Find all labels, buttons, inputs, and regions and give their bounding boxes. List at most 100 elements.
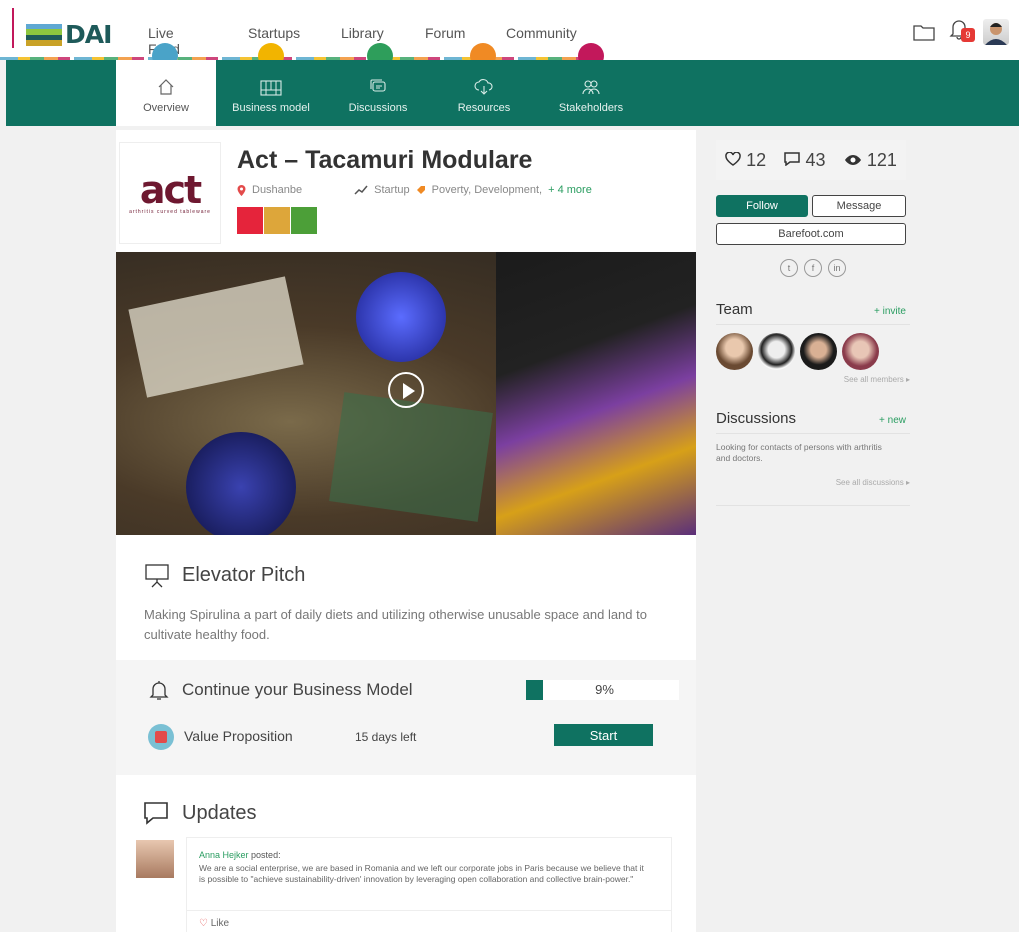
comments-stat[interactable]: 43 [784,150,826,171]
updates-heading: Updates [142,801,257,825]
startup-meta: Dushanbe Startup Poverty, Development, +… [237,184,592,196]
post-text: We are a social enterprise, we are based… [199,863,644,884]
video-frame-detail [356,272,446,362]
growth-chart-icon [354,185,368,195]
startup-type[interactable]: Startup [374,184,409,196]
views-count: 121 [866,149,897,170]
invite-link[interactable]: + invite [874,306,906,317]
member-avatar[interactable] [758,333,795,370]
startup-logo: act arthritis curved tableware [119,142,221,244]
right-sidebar: 12 43 121 Follow Message Barefoot.com t … [716,140,910,506]
tab-business-model[interactable]: Business model [228,60,314,126]
tab-stakeholders-label: Stakeholders [558,102,624,114]
nav-community[interactable]: Community [506,25,577,41]
eye-icon [844,154,861,165]
discussions-title: Discussions [716,410,797,427]
people-icon [582,80,600,95]
nav-forum[interactable]: Forum [425,25,465,41]
tab-discussions[interactable]: Discussions [344,60,412,126]
main-column: act arthritis curved tableware Act – Tac… [116,130,696,932]
logo-accent-line [12,8,14,48]
linkedin-icon[interactable]: in [828,259,846,277]
twitter-icon[interactable]: t [780,259,798,277]
tab-resources[interactable]: Resources [454,60,514,126]
video-frame-detail [329,392,493,522]
update-post: Anna Hejker posted: We are a social ente… [186,837,672,932]
comment-icon [784,151,801,166]
bell-icon [149,681,169,700]
notification-badge: 9 [961,28,975,42]
top-navigation-bar: DAI Live Feed Startups Library Forum Com… [0,0,1019,69]
updates-section: Updates Anna Hejker posted: We are a soc… [116,775,696,932]
folder-icon[interactable] [913,23,935,41]
team-section: Team + invite See all members ▸ [716,301,910,390]
facebook-icon[interactable]: f [804,259,822,277]
play-icon[interactable] [388,372,424,408]
startup-subnav: Overview Business model Discussions Reso… [6,60,1019,126]
member-avatar[interactable] [800,333,837,370]
gift-icon [148,724,174,750]
tab-business-model-label: Business model [232,102,310,114]
startup-title: Act – Tacamuri Modulare [237,146,533,174]
nav-library[interactable]: Library [341,25,384,41]
views-stat: 121 [844,150,897,171]
business-model-progress: 9% [526,680,679,700]
speech-bubble-icon [144,802,168,825]
new-discussion-link[interactable]: + new [879,415,906,426]
presentation-board-icon [145,564,169,588]
likes-stat[interactable]: 12 [725,150,766,171]
post-author-avatar[interactable] [136,840,174,878]
post-author-name[interactable]: Anna Hejker [199,850,249,860]
updates-title: Updates [182,801,257,824]
progress-percent: 9% [595,682,614,697]
video-frame-detail [128,276,304,398]
heart-icon [725,150,741,166]
see-all-members-link[interactable]: See all members ▸ [716,375,910,384]
social-links: t f in [716,259,910,277]
team-title: Team [716,301,753,318]
user-avatar[interactable] [983,18,1009,45]
tab-overview[interactable]: Overview [116,60,216,126]
canvas-icon [260,80,282,96]
startup-header: act arthritis curved tableware Act – Tac… [116,130,696,252]
elevator-pitch-text: Making Spirulina a part of daily diets a… [144,607,647,642]
elevator-pitch-section: Elevator Pitch Making Spirulina a part o… [116,535,696,660]
notifications-button[interactable]: 9 [949,18,975,45]
see-all-discussions-link[interactable]: See all discussions ▸ [716,478,910,487]
sdg-zero-hunger-icon[interactable] [264,207,290,234]
sdg-good-health-icon[interactable] [291,207,317,234]
startup-location[interactable]: Dushanbe [252,184,302,196]
team-header: Team + invite [716,301,910,325]
video-frame-detail [496,252,696,535]
message-button[interactable]: Message [812,195,906,217]
elevator-pitch-title: Elevator Pitch [182,563,306,586]
post-divider [187,910,671,911]
action-buttons: Follow Message [716,195,910,217]
logo-stripes-icon [26,23,62,46]
logo-text: DAI [65,20,112,49]
tab-discussions-label: Discussions [348,102,408,114]
more-tags-link[interactable]: + 4 more [548,184,592,196]
business-model-section: Continue your Business Model 9% Value Pr… [116,660,696,775]
sdg-no-poverty-icon[interactable] [237,207,263,234]
top-icons: 9 [913,18,1009,45]
like-button[interactable]: ♡ Like [199,918,229,929]
sdg-badges [237,207,317,234]
discussion-item[interactable]: Looking for contacts of persons with art… [716,442,886,464]
user-avatar-icon [985,22,1007,45]
value-proposition-label: Value Proposition [184,728,293,744]
member-avatar[interactable] [842,333,879,370]
startup-logo-subtext: arthritis curved tableware [129,209,211,215]
post-author-line: Anna Hejker posted: [199,850,281,860]
pitch-video[interactable] [116,252,696,535]
startup-tags[interactable]: Poverty, Development, [432,184,542,196]
start-button[interactable]: Start [554,724,653,746]
follow-button[interactable]: Follow [716,195,808,217]
days-left: 15 days left [355,730,417,744]
dai-logo[interactable]: DAI [26,20,112,49]
member-avatar[interactable] [716,333,753,370]
nav-startups[interactable]: Startups [248,25,300,41]
tab-stakeholders[interactable]: Stakeholders [554,60,628,126]
website-button[interactable]: Barefoot.com [716,223,906,245]
business-model-title: Continue your Business Model [182,680,413,699]
